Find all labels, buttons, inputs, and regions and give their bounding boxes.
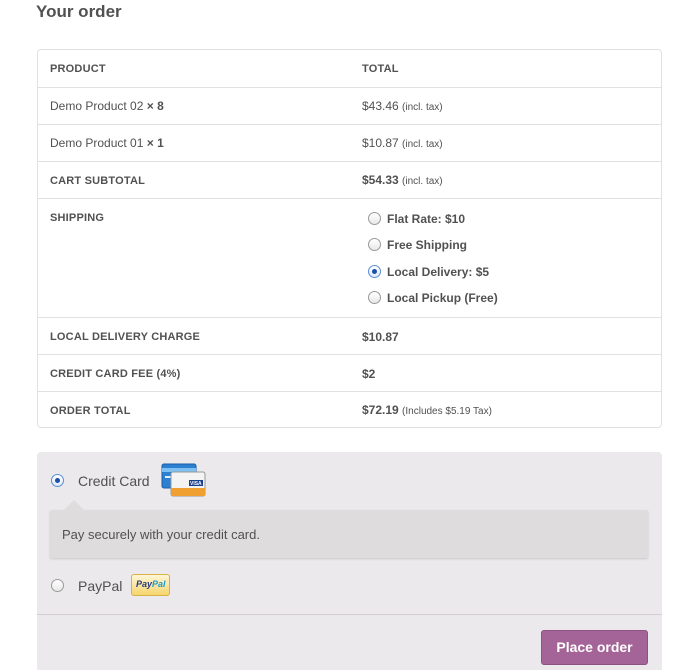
- paypal-logo-pay: Pay: [136, 579, 153, 589]
- local-delivery-charge-label: LOCAL DELIVERY CHARGE: [50, 331, 201, 343]
- order-review-table: PRODUCT TOTAL Demo Product 02 × 8 $43.46…: [37, 49, 662, 428]
- credit-cards-icon: VISA: [161, 463, 206, 497]
- table-row: Demo Product 02 × 8 $43.46 (incl. tax): [38, 87, 661, 124]
- table-header-row: PRODUCT TOTAL: [38, 50, 661, 87]
- visa-logo-text: VISA: [190, 481, 202, 487]
- order-total-label: ORDER TOTAL: [50, 405, 131, 417]
- fee-row: CREDIT CARD FEE (4%) $2: [38, 354, 661, 391]
- radio-button[interactable]: [368, 212, 381, 225]
- table-row: Demo Product 01 × 1 $10.87 (incl. tax): [38, 124, 661, 161]
- product-name-text: Demo Product 02: [50, 99, 144, 113]
- place-order-button[interactable]: Place order: [541, 630, 648, 665]
- paypal-radio[interactable]: [51, 579, 64, 592]
- tax-note: (incl. tax): [402, 176, 443, 187]
- local-delivery-charge-value: $10.87: [362, 330, 399, 344]
- tax-included-note: (Includes $5.19 Tax): [402, 406, 492, 417]
- payment-section: Credit Card VISA Pay securely with your …: [37, 452, 662, 670]
- order-total-row: ORDER TOTAL $72.19 (Includes $5.19 Tax): [38, 391, 661, 428]
- credit-card-fee-label: CREDIT CARD FEE (4%): [50, 368, 181, 380]
- paypal-label[interactable]: PayPal: [78, 578, 122, 594]
- cart-subtotal-value: $54.33 (incl. tax): [362, 173, 443, 189]
- order-total-amount: $72.19: [362, 403, 399, 417]
- shipping-option-label: Local Delivery: $5: [387, 265, 490, 279]
- tax-note: (incl. tax): [402, 102, 443, 113]
- product-price: $43.46: [362, 99, 399, 113]
- subtotal-amount: $54.33: [362, 173, 399, 187]
- shipping-option-label: Free Shipping: [387, 238, 468, 252]
- divider: [37, 614, 662, 615]
- radio-button-checked[interactable]: [368, 265, 381, 278]
- product-name: Demo Product 02 × 8: [50, 99, 164, 113]
- paypal-logo-icon: PayPal: [131, 574, 170, 596]
- column-header-product: PRODUCT: [50, 63, 106, 75]
- product-quantity: × 8: [146, 99, 164, 113]
- tax-note: (incl. tax): [402, 139, 443, 150]
- cart-subtotal-row: CART SUBTOTAL $54.33 (incl. tax): [38, 161, 661, 198]
- product-total: $43.46 (incl. tax): [362, 99, 443, 115]
- credit-card-radio[interactable]: [51, 474, 64, 487]
- payment-methods: Credit Card VISA Pay securely with your …: [37, 452, 662, 614]
- payment-description-box: Pay securely with your credit card.: [50, 500, 648, 558]
- credit-card-description: Pay securely with your credit card.: [62, 527, 260, 542]
- radio-button[interactable]: [368, 238, 381, 251]
- shipping-label: SHIPPING: [50, 212, 105, 224]
- shipping-option-label: Local Pickup (Free): [387, 291, 498, 305]
- order-total-value: $72.19 (Includes $5.19 Tax): [362, 403, 492, 419]
- shipping-option-label: Flat Rate: $10: [387, 212, 466, 226]
- column-header-total: TOTAL: [362, 63, 399, 75]
- page-title: Your order: [36, 2, 122, 21]
- radio-button[interactable]: [368, 291, 381, 304]
- product-quantity: × 1: [146, 136, 164, 150]
- cart-subtotal-label: CART SUBTOTAL: [50, 175, 146, 187]
- fee-row: LOCAL DELIVERY CHARGE $10.87: [38, 317, 661, 354]
- product-total: $10.87 (incl. tax): [362, 136, 443, 152]
- credit-card-fee-value: $2: [362, 367, 376, 381]
- paypal-logo-text: PayPal: [136, 579, 166, 589]
- product-name: Demo Product 01 × 1: [50, 136, 164, 150]
- paypal-logo-pal: Pal: [152, 579, 166, 589]
- credit-card-label[interactable]: Credit Card: [78, 473, 150, 489]
- product-name-text: Demo Product 01: [50, 136, 144, 150]
- shipping-row: SHIPPING Flat Rate: $10 Free Shipping Lo…: [38, 198, 661, 317]
- product-price: $10.87: [362, 136, 399, 150]
